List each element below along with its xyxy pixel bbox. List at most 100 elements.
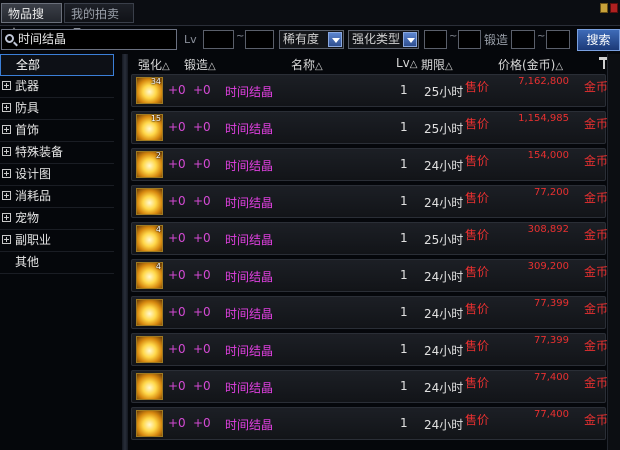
column-label: 锻造 — [184, 58, 209, 72]
column-upgrade-header[interactable]: 强化△ — [138, 56, 170, 73]
category-blueprint[interactable]: 设计图 — [0, 164, 114, 186]
table-row[interactable]: +0 +0 时间结晶 1 24小时 售价 77,200 金币 — [131, 185, 608, 218]
column-lv-header[interactable]: Lv△ — [396, 56, 418, 70]
expand-icon[interactable] — [2, 125, 11, 134]
currency-label: 金币 — [584, 117, 609, 131]
upgrade-max-input[interactable] — [458, 30, 481, 49]
lv-min-input[interactable] — [203, 30, 234, 49]
search-filter-row: 时间结晶 Lv ~ 稀有度 强化类型 ~ 锻造 ~ 搜索 — [0, 28, 620, 52]
upgrade-min-input[interactable] — [424, 30, 447, 49]
expand-icon[interactable] — [2, 191, 11, 200]
currency-label: 金币 — [584, 339, 609, 353]
item-name: 时间结晶 — [225, 85, 274, 99]
chevron-down-icon[interactable] — [328, 32, 342, 47]
results-list: 34 +0 +0 时间结晶 1 25小时 售价 7,162,800 金币 15 … — [131, 74, 609, 444]
column-forge-header[interactable]: 锻造△ — [184, 56, 216, 73]
search-icon — [5, 34, 14, 43]
item-price: 77,400 — [534, 409, 569, 420]
time-crystal-icon[interactable] — [136, 336, 163, 363]
chevron-down-icon[interactable] — [403, 32, 417, 47]
tab-my-auctions[interactable]: 我的拍卖品 — [64, 3, 134, 41]
category-accessory[interactable]: 首饰 — [0, 120, 114, 142]
currency-label: 金币 — [584, 80, 609, 94]
item-expire: 24小时 — [424, 270, 464, 284]
search-input[interactable]: 时间结晶 — [1, 29, 177, 50]
table-row[interactable]: 2 +0 +0 时间结晶 1 24小时 售价 154,000 金币 — [131, 148, 608, 181]
item-expire: 24小时 — [424, 159, 464, 173]
category-other[interactable]: 其他 — [0, 252, 114, 274]
time-crystal-icon[interactable]: 4 — [136, 262, 163, 289]
sell-label: 售价 — [465, 117, 490, 131]
forge-max-input[interactable] — [546, 30, 570, 49]
item-name: 时间结晶 — [225, 196, 274, 210]
item-level: 1 — [400, 194, 408, 208]
forge-min-input[interactable] — [511, 30, 535, 49]
time-crystal-icon[interactable] — [136, 188, 163, 215]
column-label: Lv — [396, 56, 410, 70]
table-row[interactable]: +0 +0 时间结晶 1 24小时 售价 77,399 金币 — [131, 333, 609, 366]
lv-range-tilde: ~ — [236, 31, 245, 42]
search-button[interactable]: 搜索 — [577, 29, 620, 51]
lv-max-input[interactable] — [245, 30, 274, 49]
item-expire: 24小时 — [424, 307, 464, 321]
sell-label: 售价 — [465, 413, 490, 427]
table-row[interactable]: +0 +0 时间结晶 1 24小时 售价 77,400 金币 — [131, 370, 608, 403]
upgrade-value: +0 — [168, 416, 186, 430]
table-row[interactable]: 34 +0 +0 时间结晶 1 25小时 售价 7,162,800 金币 — [131, 74, 609, 107]
category-weapon[interactable]: 武器 — [0, 76, 114, 98]
item-name: 时间结晶 — [225, 159, 274, 173]
category-label: 宠物 — [15, 211, 40, 225]
column-name-header[interactable]: 名称△ — [291, 56, 323, 73]
column-expire-header[interactable]: 期限△ — [421, 56, 453, 73]
expand-icon[interactable] — [2, 213, 11, 222]
tab-item-search[interactable]: 物品搜索 — [1, 3, 62, 41]
search-input-value: 时间结晶 — [18, 32, 67, 46]
minimize-icon[interactable] — [600, 3, 608, 13]
close-icon[interactable] — [610, 3, 618, 13]
item-price: 308,892 — [527, 224, 569, 235]
upgrade-type-select[interactable]: 强化类型 — [348, 30, 419, 49]
expand-icon[interactable] — [2, 147, 11, 156]
expand-icon[interactable] — [2, 235, 11, 244]
item-expire: 24小时 — [424, 418, 464, 432]
forge-value: +0 — [193, 342, 211, 356]
time-crystal-icon[interactable]: 2 — [136, 151, 163, 178]
table-row[interactable]: +0 +0 时间结晶 1 24小时 售价 77,400 金币 — [131, 407, 608, 440]
category-pet[interactable]: 宠物 — [0, 208, 114, 230]
expand-icon[interactable] — [2, 81, 11, 90]
results-scrollbar[interactable] — [607, 54, 620, 450]
expand-icon[interactable] — [2, 103, 11, 112]
category-special-equipment[interactable]: 特殊装备 — [0, 142, 114, 164]
category-label: 消耗品 — [15, 189, 52, 203]
upgrade-type-select-label: 强化类型 — [352, 32, 401, 46]
category-armor[interactable]: 防具 — [0, 98, 114, 120]
table-row[interactable]: 4 +0 +0 时间结晶 1 25小时 售价 308,892 金币 — [131, 222, 608, 255]
column-price-header[interactable]: 价格(金币)△ — [498, 56, 563, 73]
item-expire: 24小时 — [424, 344, 464, 358]
upgrade-value: +0 — [168, 194, 186, 208]
table-row[interactable]: +0 +0 时间结晶 1 24小时 售价 77,399 金币 — [131, 296, 608, 329]
time-crystal-icon[interactable] — [136, 299, 163, 326]
sort-triangle-icon: △ — [445, 61, 453, 72]
time-crystal-icon[interactable] — [136, 373, 163, 400]
time-crystal-icon[interactable]: 4 — [136, 225, 163, 252]
time-crystal-icon[interactable]: 34 — [136, 77, 163, 104]
column-label: 名称 — [291, 58, 316, 72]
category-subjob[interactable]: 副职业 — [0, 230, 114, 252]
stack-count: 2 — [155, 151, 161, 160]
forge-value: +0 — [193, 83, 211, 97]
panel-divider[interactable] — [122, 54, 128, 450]
item-name: 时间结晶 — [225, 233, 274, 247]
time-crystal-icon[interactable] — [136, 410, 163, 437]
time-crystal-icon[interactable]: 15 — [136, 114, 163, 141]
sell-label: 售价 — [465, 191, 490, 205]
expand-icon[interactable] — [2, 169, 11, 178]
table-row[interactable]: 15 +0 +0 时间结晶 1 25小时 售价 1,154,985 金币 — [131, 111, 609, 144]
forge-value: +0 — [193, 416, 211, 430]
category-all[interactable]: 全部 — [0, 54, 114, 76]
sort-triangle-icon: △ — [555, 61, 564, 72]
table-row[interactable]: 4 +0 +0 时间结晶 1 24小时 售价 309,200 金币 — [131, 259, 608, 292]
rarity-select[interactable]: 稀有度 — [279, 30, 344, 49]
item-price: 77,399 — [534, 335, 569, 346]
category-consumable[interactable]: 消耗品 — [0, 186, 114, 208]
